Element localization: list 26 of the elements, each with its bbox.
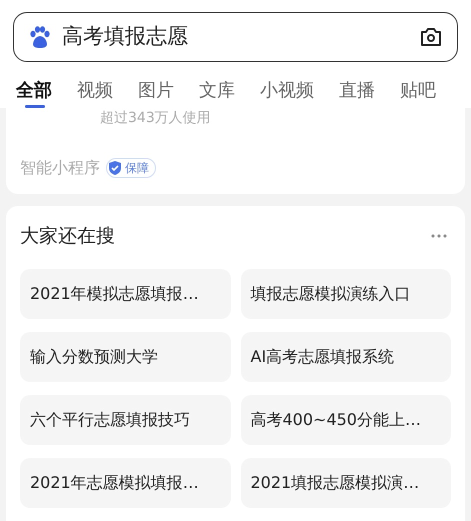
- shield-check-icon: [107, 160, 123, 176]
- camera-icon[interactable]: [419, 26, 443, 48]
- source-label: 智能小程序: [20, 157, 100, 179]
- search-input[interactable]: 高考填报志愿: [62, 21, 409, 53]
- suggestion-chip[interactable]: 输入分数预测大学: [20, 332, 230, 382]
- tab[interactable]: 小视频: [260, 72, 314, 108]
- suggestion-chip[interactable]: 2021年志愿模拟填报…: [20, 458, 230, 508]
- active-tab-indicator: [25, 105, 45, 108]
- suggestion-chip[interactable]: 2021年模拟志愿填报…: [20, 268, 230, 318]
- tab[interactable]: 贴吧: [400, 72, 436, 108]
- paw-logo-icon: [28, 25, 52, 49]
- tab[interactable]: 视频: [77, 72, 113, 108]
- tab[interactable]: 直播: [339, 72, 375, 108]
- usage-text: 超过343万人使用: [99, 109, 212, 128]
- suggestion-chip[interactable]: 六个平行志愿填报技巧: [20, 394, 230, 444]
- suggestion-chip[interactable]: 填报志愿模拟演练入口: [240, 268, 451, 318]
- suggestion-chip[interactable]: 2021填报志愿模拟演…: [240, 458, 451, 508]
- tab[interactable]: 全部: [16, 72, 52, 108]
- suggestion-chip[interactable]: AI高考志愿填报系统: [240, 332, 451, 382]
- more-icon[interactable]: [431, 234, 447, 238]
- tab[interactable]: 文库: [199, 72, 235, 108]
- search-field[interactable]: 高考填报志愿: [13, 12, 458, 62]
- section-title: 大家还在搜: [20, 224, 115, 249]
- suggestion-chip[interactable]: 高考400~450分能上…: [240, 394, 451, 444]
- guarantee-badge: 保障: [106, 158, 156, 178]
- tab[interactable]: 图片: [138, 72, 174, 108]
